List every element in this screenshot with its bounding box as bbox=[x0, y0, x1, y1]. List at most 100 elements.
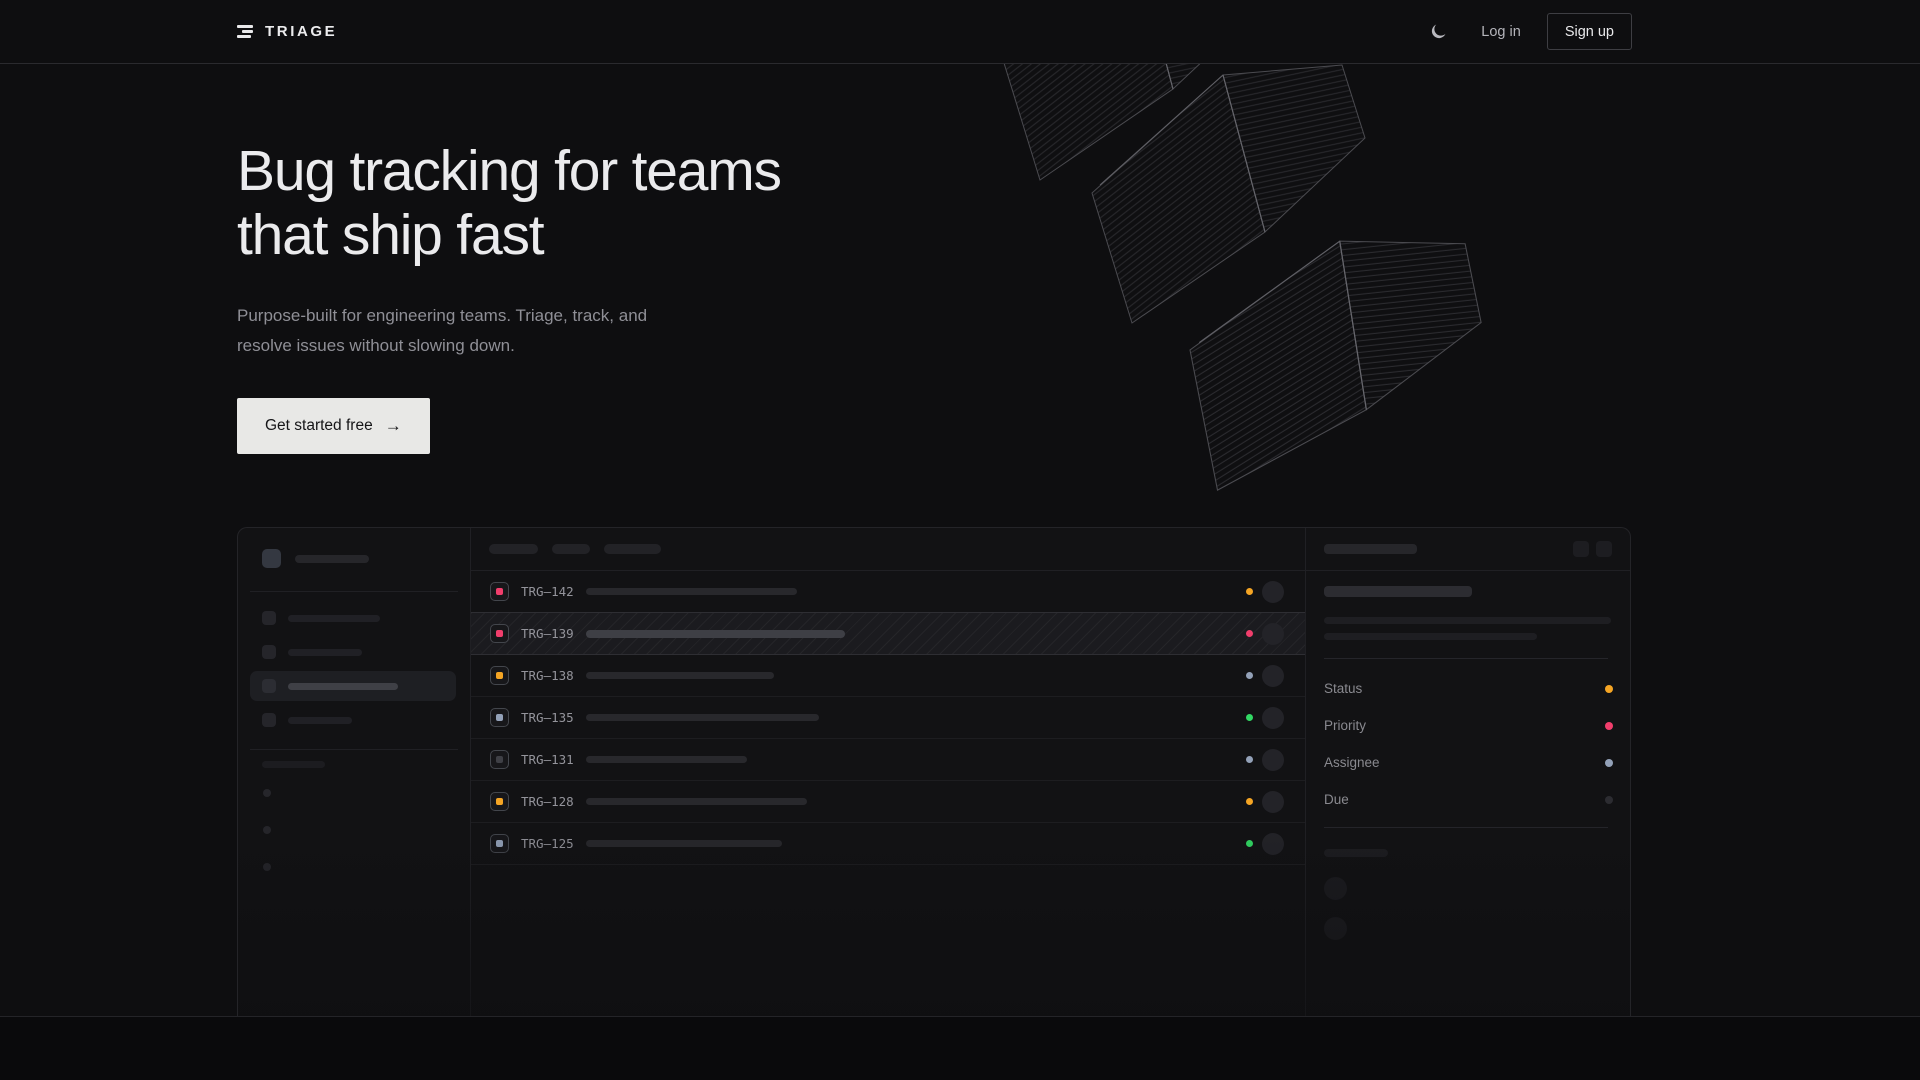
mockup-sidebar bbox=[238, 528, 471, 1016]
issue-title-skeleton bbox=[586, 798, 807, 805]
nav-item-skeleton bbox=[288, 683, 398, 690]
nav-divider bbox=[0, 63, 1920, 64]
comment-avatar-placeholder bbox=[1324, 917, 1347, 940]
issue-id: TRG–142 bbox=[521, 584, 586, 599]
issue-title-skeleton bbox=[586, 714, 819, 721]
issue-status-dot bbox=[1246, 840, 1253, 847]
arrow-right-icon: → bbox=[385, 416, 402, 436]
issue-checkbox-icon[interactable] bbox=[490, 666, 509, 685]
issue-assignee-avatar bbox=[1262, 707, 1284, 729]
issue-status-dot bbox=[1246, 588, 1253, 595]
mockup-detail-panel: Status PriorityAssignee Due bbox=[1305, 528, 1630, 1016]
brand-name: TRIAGE bbox=[265, 23, 337, 40]
sidebar-list-dot bbox=[263, 789, 271, 797]
sidebar-section-skeleton bbox=[262, 761, 325, 768]
detail-field-row[interactable]: Status bbox=[1324, 670, 1613, 707]
detail-field-dot bbox=[1605, 759, 1613, 767]
issue-title-skeleton bbox=[586, 840, 782, 847]
issue-row[interactable]: TRG–142 bbox=[471, 571, 1305, 613]
comment-avatar-placeholder bbox=[1324, 877, 1347, 900]
detail-fields: Status PriorityAssignee Due bbox=[1324, 670, 1613, 818]
detail-header-buttons bbox=[1573, 541, 1612, 557]
brand[interactable]: TRIAGE bbox=[237, 23, 337, 40]
issue-checkbox-icon[interactable] bbox=[490, 708, 509, 727]
detail-field-label: Status bbox=[1324, 681, 1362, 696]
detail-action-button[interactable] bbox=[1596, 541, 1612, 557]
issue-rows: TRG–142 TRG–139 TRG–138 TRG–135 TRG–131 TRG–1… bbox=[471, 571, 1305, 865]
issue-id: TRG–135 bbox=[521, 710, 586, 725]
detail-action-button[interactable] bbox=[1573, 541, 1589, 557]
hero-heading: Bug tracking for teams that ship fast bbox=[237, 139, 781, 267]
issue-checkbox-fill bbox=[496, 714, 503, 721]
issue-checkbox-icon[interactable] bbox=[490, 834, 509, 853]
theme-toggle-button[interactable] bbox=[1421, 15, 1455, 49]
issue-checkbox-icon[interactable] bbox=[490, 624, 509, 643]
detail-divider bbox=[1324, 827, 1608, 828]
issue-checkbox-fill bbox=[496, 756, 503, 763]
get-started-button[interactable]: Get started free → bbox=[237, 398, 430, 454]
issue-row[interactable]: TRG–135 bbox=[471, 697, 1305, 739]
issue-checkbox-icon[interactable] bbox=[490, 750, 509, 769]
mockup-workspace-skeleton bbox=[295, 555, 369, 563]
hero-heading-line2: that ship fast bbox=[237, 203, 543, 267]
issue-checkbox-fill bbox=[496, 840, 503, 847]
issue-checkbox-fill bbox=[496, 588, 503, 595]
filter-tab-skeleton[interactable] bbox=[489, 544, 538, 554]
nav-item-skeleton bbox=[288, 649, 362, 656]
mockup-nav-item[interactable] bbox=[250, 637, 456, 667]
issue-title-skeleton bbox=[586, 588, 797, 595]
issue-checkbox-fill bbox=[496, 798, 503, 805]
mockup-logo-placeholder bbox=[262, 549, 281, 568]
issue-checkbox-icon[interactable] bbox=[490, 792, 509, 811]
issue-row[interactable]: TRG–139 bbox=[471, 612, 1305, 655]
mockup-nav-item[interactable] bbox=[250, 705, 456, 735]
mockup-nav-item[interactable] bbox=[250, 603, 456, 633]
issue-status-dot bbox=[1246, 672, 1253, 679]
login-link[interactable]: Log in bbox=[1481, 24, 1521, 40]
issue-title-skeleton bbox=[1324, 586, 1472, 597]
issue-assignee-avatar bbox=[1262, 833, 1284, 855]
sidebar-divider bbox=[250, 591, 458, 592]
nav-actions: Log in Sign up bbox=[1421, 13, 1632, 50]
issue-assignee-avatar bbox=[1262, 665, 1284, 687]
issue-row[interactable]: TRG–138 bbox=[471, 655, 1305, 697]
issue-id: TRG–131 bbox=[521, 752, 586, 767]
landing-page: TRIAGE Log in Sign up bbox=[0, 0, 1920, 1080]
issue-row[interactable]: TRG–131 bbox=[471, 739, 1305, 781]
top-nav: TRIAGE Log in Sign up bbox=[237, 0, 1632, 63]
filter-tab-skeleton[interactable] bbox=[604, 544, 661, 554]
get-started-label: Get started free bbox=[265, 417, 373, 435]
issue-status-dot bbox=[1246, 756, 1253, 763]
issue-row[interactable]: TRG–128 bbox=[471, 781, 1305, 823]
moon-icon bbox=[1429, 22, 1448, 41]
issue-title-skeleton bbox=[586, 756, 747, 763]
wireframe-graphic bbox=[940, 64, 1800, 500]
detail-field-row[interactable]: Due bbox=[1324, 781, 1613, 818]
hero-subtext-line1: Purpose-built for engineering teams. Tri… bbox=[237, 306, 647, 325]
issue-id: TRG–139 bbox=[521, 626, 586, 641]
sidebar-divider bbox=[250, 749, 458, 750]
issue-row[interactable]: TRG–125 bbox=[471, 823, 1305, 865]
mockup-nav-item-active[interactable] bbox=[250, 671, 456, 701]
issue-description-skeleton bbox=[1324, 617, 1611, 624]
hero-heading-line1: Bug tracking for teams bbox=[237, 139, 781, 203]
issue-checkbox-icon[interactable] bbox=[490, 582, 509, 601]
detail-field-row[interactable]: Assignee bbox=[1324, 744, 1613, 781]
issue-assignee-avatar bbox=[1262, 581, 1284, 603]
detail-field-label: Due bbox=[1324, 792, 1349, 807]
issue-assignee-avatar bbox=[1262, 623, 1284, 645]
detail-divider bbox=[1324, 658, 1608, 659]
sidebar-list-dot bbox=[263, 826, 271, 834]
filter-tab-skeleton[interactable] bbox=[552, 544, 590, 554]
issue-status-dot bbox=[1246, 798, 1253, 805]
mockup-sidebar-logo-row bbox=[262, 549, 369, 568]
detail-field-dot bbox=[1605, 796, 1613, 804]
nav-item-skeleton bbox=[288, 615, 380, 622]
detail-field-row[interactable]: Priority bbox=[1324, 707, 1613, 744]
issue-title-skeleton bbox=[586, 630, 845, 638]
signup-button[interactable]: Sign up bbox=[1547, 13, 1632, 50]
sidebar-list-dot bbox=[263, 863, 271, 871]
triage-logo-icon bbox=[237, 25, 254, 38]
comments-label-skeleton bbox=[1324, 849, 1388, 857]
issue-assignee-avatar bbox=[1262, 749, 1284, 771]
